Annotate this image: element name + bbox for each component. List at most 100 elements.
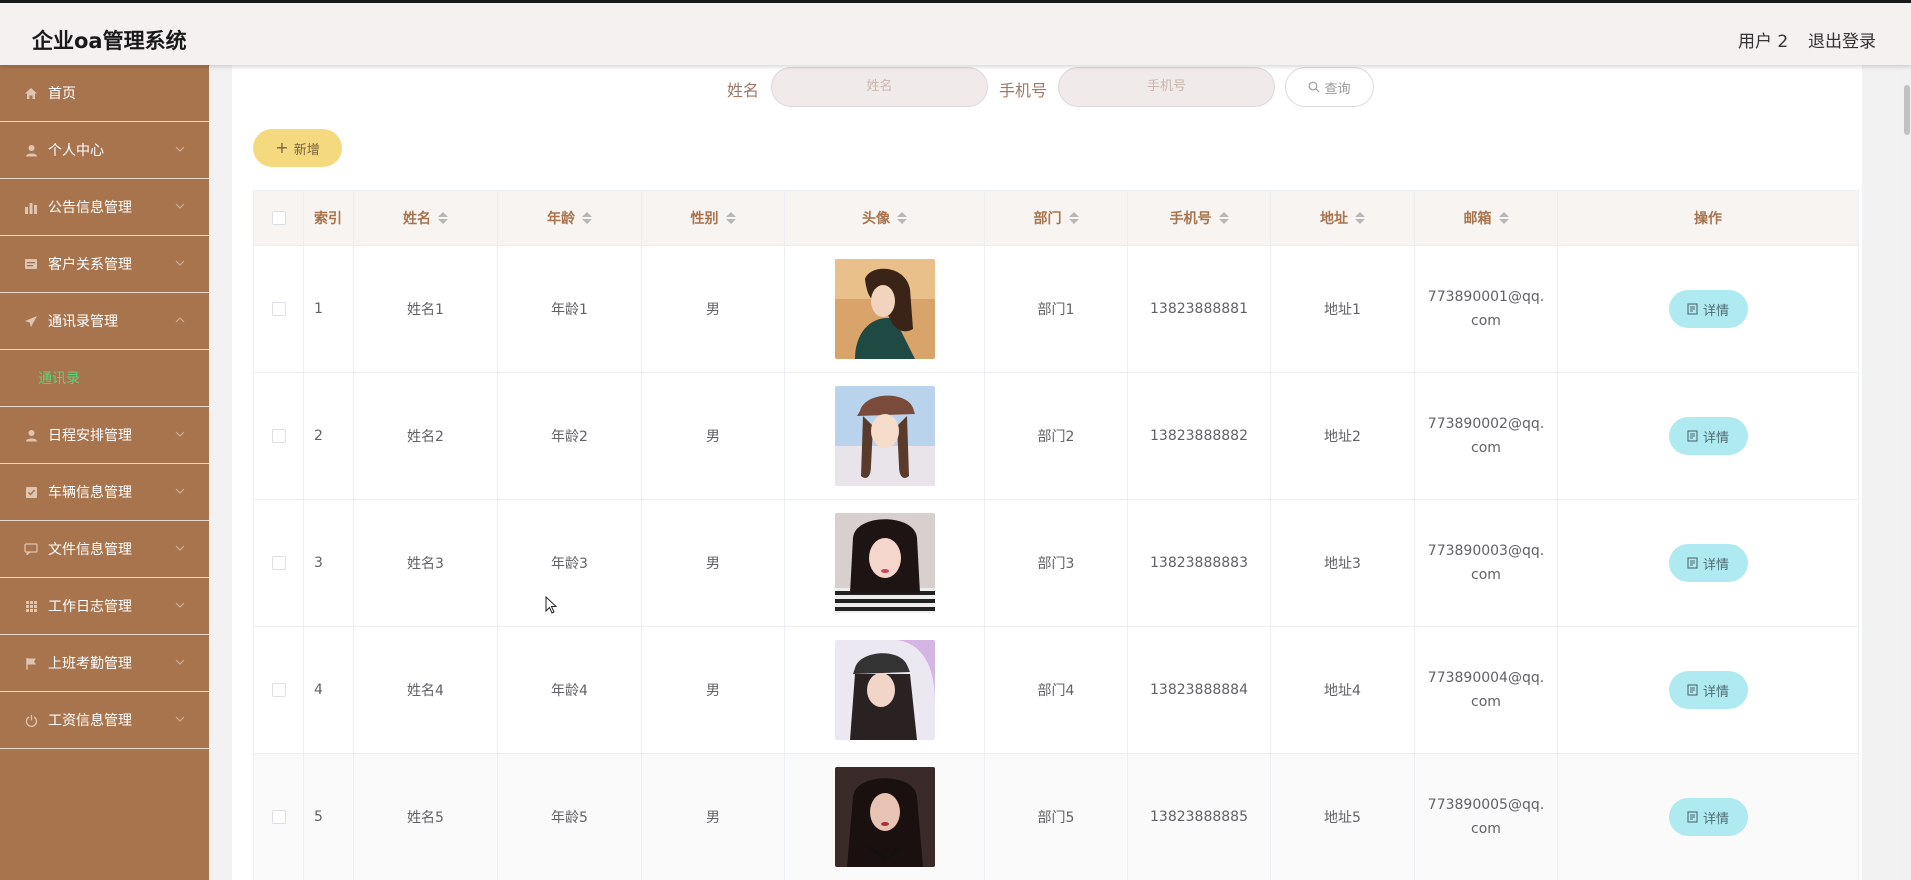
name-search-input[interactable]: 姓名 bbox=[771, 67, 988, 107]
chevron-down-icon bbox=[175, 716, 185, 722]
detail-button[interactable]: 详情 bbox=[1668, 417, 1748, 455]
cell-address: 地址2 bbox=[1271, 373, 1415, 499]
sidebar-item-announcement[interactable]: 公告信息管理 bbox=[0, 179, 209, 236]
avatar-image[interactable] bbox=[834, 513, 935, 613]
cell-avatar bbox=[785, 373, 985, 499]
col-header-index: 索引 bbox=[304, 191, 354, 245]
detail-button-label: 详情 bbox=[1702, 811, 1729, 827]
sidebar-item-label: 首页 bbox=[48, 86, 76, 102]
sidebar-item-salary[interactable]: 工资信息管理 bbox=[0, 692, 209, 749]
detail-button[interactable]: 详情 bbox=[1668, 798, 1748, 836]
sidebar-item-schedule[interactable]: 日程安排管理 bbox=[0, 407, 209, 464]
sidebar-item-label: 个人中心 bbox=[48, 143, 104, 159]
detail-button[interactable]: 详情 bbox=[1668, 544, 1748, 582]
chevron-down-icon bbox=[175, 203, 185, 209]
cell-age: 年龄4 bbox=[498, 627, 642, 753]
cell-phone: 13823888884 bbox=[1128, 627, 1271, 753]
col-header-age[interactable]: 年龄 bbox=[498, 191, 642, 245]
chevron-down-icon bbox=[175, 146, 185, 152]
cell-name: 姓名4 bbox=[354, 627, 498, 753]
sidebar-item-label: 工资信息管理 bbox=[48, 713, 132, 729]
sidebar-item-label: 通讯录管理 bbox=[48, 314, 118, 330]
row-checkbox[interactable] bbox=[271, 302, 286, 316]
card-icon bbox=[23, 257, 39, 271]
avatar-image[interactable] bbox=[834, 259, 935, 359]
app-title: 企业oa管理系统 bbox=[32, 29, 187, 53]
search-icon bbox=[1309, 81, 1320, 93]
col-header-address[interactable]: 地址 bbox=[1271, 191, 1415, 245]
col-header-dept[interactable]: 部门 bbox=[985, 191, 1128, 245]
cell-age: 年龄3 bbox=[498, 500, 642, 626]
phone-search-input[interactable]: 手机号 bbox=[1058, 67, 1275, 107]
cell-age: 年龄2 bbox=[498, 373, 642, 499]
message-icon bbox=[23, 542, 39, 556]
cell-name: 姓名1 bbox=[354, 246, 498, 372]
sidebar-item-contacts[interactable]: 通讯录管理 bbox=[0, 293, 209, 350]
col-header-avatar[interactable]: 头像 bbox=[785, 191, 985, 245]
scrollbar-thumb[interactable] bbox=[1904, 85, 1910, 135]
col-header-phone[interactable]: 手机号 bbox=[1128, 191, 1271, 245]
cell-dept: 部门2 bbox=[985, 373, 1128, 499]
avatar-image[interactable] bbox=[834, 640, 935, 740]
sort-icon bbox=[725, 212, 736, 224]
row-checkbox[interactable] bbox=[271, 429, 286, 443]
cell-gender: 男 bbox=[642, 627, 785, 753]
page-scrollbar[interactable] bbox=[1903, 65, 1911, 880]
sidebar-item-attendance[interactable]: 上班考勤管理 bbox=[0, 635, 209, 692]
chevron-down-icon bbox=[175, 488, 185, 494]
cell-gender: 男 bbox=[642, 373, 785, 499]
sort-icon bbox=[897, 212, 907, 224]
sidebar-item-worklog[interactable]: 工作日志管理 bbox=[0, 578, 209, 635]
sidebar-item-home[interactable]: 首页 bbox=[0, 65, 209, 122]
cell-index: 3 bbox=[304, 500, 354, 626]
search-button-label: 查询 bbox=[1324, 81, 1351, 97]
sort-icon bbox=[582, 212, 592, 224]
select-all-checkbox[interactable] bbox=[271, 211, 286, 225]
cell-action: 详情 bbox=[1558, 500, 1859, 626]
detail-button[interactable]: 详情 bbox=[1668, 671, 1748, 709]
chevron-down-icon bbox=[175, 431, 185, 437]
col-header-email[interactable]: 邮箱 bbox=[1415, 191, 1558, 245]
sidebar-item-label: 车辆信息管理 bbox=[48, 485, 132, 501]
avatar-image[interactable] bbox=[834, 386, 935, 486]
cell-dept: 部门1 bbox=[985, 246, 1128, 372]
chevron-down-icon bbox=[175, 602, 185, 608]
cell-address: 地址4 bbox=[1271, 627, 1415, 753]
row-checkbox[interactable] bbox=[271, 556, 286, 570]
logout-link[interactable]: 退出登录 bbox=[1808, 27, 1876, 52]
col-header-gender[interactable]: 性别 bbox=[642, 191, 785, 245]
row-select-cell bbox=[254, 246, 304, 372]
sidebar-item-files[interactable]: 文件信息管理 bbox=[0, 521, 209, 578]
cell-name: 姓名2 bbox=[354, 373, 498, 499]
col-header-label: 部门 bbox=[1033, 211, 1062, 227]
detail-button[interactable]: 详情 bbox=[1668, 290, 1748, 328]
cell-phone: 13823888881 bbox=[1128, 246, 1271, 372]
col-header-name[interactable]: 姓名 bbox=[354, 191, 498, 245]
avatar-image[interactable] bbox=[834, 767, 935, 867]
cell-gender: 男 bbox=[642, 500, 785, 626]
sidebar-item-personal[interactable]: 个人中心 bbox=[0, 122, 209, 179]
cell-address: 地址5 bbox=[1271, 754, 1415, 880]
sort-icon bbox=[1498, 212, 1509, 224]
add-button[interactable]: + 新增 bbox=[253, 129, 342, 167]
detail-button-label: 详情 bbox=[1702, 557, 1729, 573]
sidebar-item-vehicle[interactable]: 车辆信息管理 bbox=[0, 464, 209, 521]
cell-avatar bbox=[785, 627, 985, 753]
cell-avatar bbox=[785, 754, 985, 880]
sidebar-item-customer[interactable]: 客户关系管理 bbox=[0, 236, 209, 293]
col-header-label: 姓名 bbox=[403, 211, 431, 227]
row-select-cell bbox=[254, 754, 304, 880]
cell-age: 年龄5 bbox=[498, 754, 642, 880]
row-checkbox[interactable] bbox=[271, 810, 286, 824]
power-icon bbox=[23, 713, 39, 727]
search-button[interactable]: 查询 bbox=[1285, 67, 1374, 107]
row-checkbox[interactable] bbox=[271, 683, 286, 697]
cell-email: 773890003@qq.com bbox=[1415, 500, 1558, 626]
row-select-cell bbox=[254, 373, 304, 499]
sidebar-subitem-contacts[interactable]: 通讯录 bbox=[0, 350, 209, 407]
chart-icon bbox=[23, 200, 39, 214]
cell-action: 详情 bbox=[1558, 627, 1859, 753]
row-select-cell bbox=[254, 627, 304, 753]
cell-phone: 13823888883 bbox=[1128, 500, 1271, 626]
email-text: 773890004@qq.com bbox=[1427, 670, 1545, 710]
